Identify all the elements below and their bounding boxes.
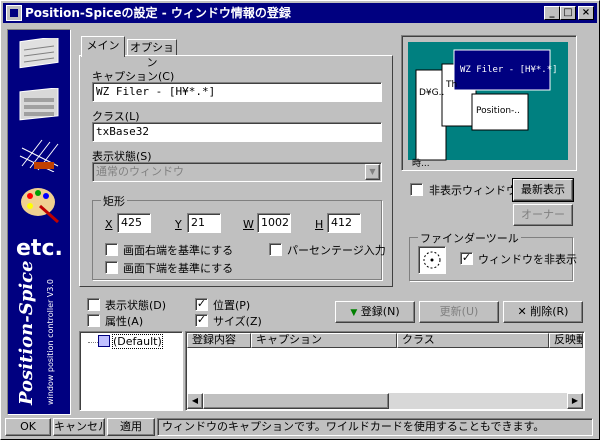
ok-button[interactable]: OK xyxy=(5,418,51,436)
preview-window-d[interactable]: D¥G.. xyxy=(419,88,444,98)
owner-button[interactable]: オーナー xyxy=(513,204,573,226)
palette-icon[interactable] xyxy=(18,184,62,224)
list-header-class[interactable]: クラス xyxy=(397,333,549,348)
opt-position-label: 位置(P) xyxy=(213,299,251,312)
bottom-edge-checkbox[interactable] xyxy=(105,261,118,274)
arrow-down-icon: ▼ xyxy=(350,308,358,318)
percentage-checkbox[interactable] xyxy=(269,243,282,256)
opt-display-state-checkbox[interactable] xyxy=(87,298,100,311)
x-field[interactable]: 425 xyxy=(117,213,151,233)
caption-field[interactable]: WZ Filer - [H¥*.*] xyxy=(92,82,382,102)
display-state-select[interactable]: 通常のウィンドウ ▼ xyxy=(92,162,382,182)
tab-options[interactable]: オプション xyxy=(127,39,177,69)
display-state-value: 通常のウィンドウ xyxy=(96,165,184,178)
grid-pattern-icon[interactable] xyxy=(18,136,62,173)
finder-group: ファインダーツール ✓ ウィンドウを非表示 xyxy=(409,230,577,281)
status-message: ウィンドウのキャプションです。ワイルドカードを使用することもできます。 xyxy=(157,418,593,436)
refresh-button[interactable]: 最新表示 xyxy=(512,178,574,202)
preview-window-wz[interactable]: WZ Filer - [H¥*.*] xyxy=(460,65,558,75)
minimize-button[interactable]: _ xyxy=(544,6,560,20)
apply-button[interactable]: 適用 xyxy=(107,418,155,436)
window-preview[interactable]: WZ Filer - [H¥*.*] D¥G.. Th Position-.. … xyxy=(401,35,577,171)
delete-button[interactable]: ✕ 削除(R) xyxy=(503,301,583,323)
profile-tree[interactable]: (Default) xyxy=(79,331,183,411)
register-button[interactable]: ▼ 登録(N) xyxy=(335,301,415,323)
hide-window-checkbox[interactable] xyxy=(410,183,423,196)
hide-window-finder-checkbox[interactable]: ✓ xyxy=(460,252,473,265)
sidebar: etc. Position-Spice window position cont… xyxy=(7,29,71,415)
main-tab-panel: キャプション(C) WZ Filer - [H¥*.*] クラス(L) txBa… xyxy=(79,55,393,287)
delete-x-icon: ✕ xyxy=(517,305,527,318)
tab-main[interactable]: メイン xyxy=(81,36,125,57)
rect-group: 矩形 X 425 Y 21 W 1002 H 412 画面右端を基準にする パー… xyxy=(92,193,386,280)
hide-window-label: 非表示ウィンドウ xyxy=(429,184,517,197)
scroll-thumb[interactable] xyxy=(203,393,389,409)
etc-label[interactable]: etc. xyxy=(16,236,63,261)
preview-window-position[interactable]: Position-.. xyxy=(476,106,520,116)
y-label: Y xyxy=(175,218,182,231)
brand-logo: Position-Spice window position controlle… xyxy=(16,260,55,405)
window-title: Position-Spiceの設定 - ウィンドウ情報の登録 xyxy=(25,6,291,20)
preview-window-th[interactable]: Th xyxy=(446,80,457,90)
bottom-edge-label: 画面下端を基準にする xyxy=(123,262,234,275)
finder-tool-icon[interactable] xyxy=(418,246,446,274)
scroll-right-icon[interactable]: ▶ xyxy=(567,393,583,409)
preview-window-time[interactable]: 時... xyxy=(412,156,430,169)
opt-attribute-label: 属性(A) xyxy=(105,315,144,328)
window-layout-icon[interactable] xyxy=(18,35,62,74)
opt-attribute-checkbox[interactable] xyxy=(87,314,100,327)
opt-position-checkbox[interactable]: ✓ xyxy=(195,298,208,311)
hide-window-finder-label: ウィンドウを非表示 xyxy=(478,253,577,266)
right-edge-checkbox[interactable] xyxy=(105,243,118,256)
list-header-caption[interactable]: キャプション xyxy=(251,333,397,348)
list-header-reflect[interactable]: 反映動 xyxy=(549,333,583,348)
close-button[interactable]: × xyxy=(578,6,594,20)
opt-display-state-label: 表示状態(D) xyxy=(105,299,167,312)
right-edge-label: 画面右端を基準にする xyxy=(123,244,234,257)
chevron-down-icon[interactable]: ▼ xyxy=(365,164,380,180)
tree-item-default[interactable]: (Default) xyxy=(112,334,163,349)
preview-monitor xyxy=(408,42,568,166)
window-list-icon[interactable] xyxy=(18,87,62,124)
h-label: H xyxy=(315,218,324,231)
w-field[interactable]: 1002 xyxy=(257,213,291,233)
window-icon xyxy=(98,335,110,347)
cancel-button[interactable]: キャンセル xyxy=(53,418,105,436)
x-label: X xyxy=(105,218,113,231)
opt-size-label: サイズ(Z) xyxy=(213,315,262,328)
title-bar[interactable]: Position-Spiceの設定 - ウィンドウ情報の登録 _ □ × xyxy=(3,3,597,23)
maximize-button[interactable]: □ xyxy=(560,6,576,20)
percentage-label: パーセンテージ入力 xyxy=(287,244,386,257)
main-window: Position-Spiceの設定 - ウィンドウ情報の登録 _ □ × etc… xyxy=(0,0,600,440)
h-field[interactable]: 412 xyxy=(327,213,361,233)
scroll-left-icon[interactable]: ◀ xyxy=(187,393,203,409)
update-button[interactable]: 更新(U) xyxy=(419,301,499,323)
rect-group-label: 矩形 xyxy=(101,193,127,209)
y-field[interactable]: 21 xyxy=(187,213,221,233)
class-field[interactable]: txBase32 xyxy=(92,122,382,142)
w-label: W xyxy=(243,218,254,231)
opt-size-checkbox[interactable]: ✓ xyxy=(195,314,208,327)
list-horizontal-scrollbar[interactable]: ◀ ▶ xyxy=(187,393,583,409)
app-icon[interactable] xyxy=(6,5,22,21)
list-header-content[interactable]: 登録内容 xyxy=(187,333,251,348)
finder-label: ファインダーツール xyxy=(418,230,521,246)
